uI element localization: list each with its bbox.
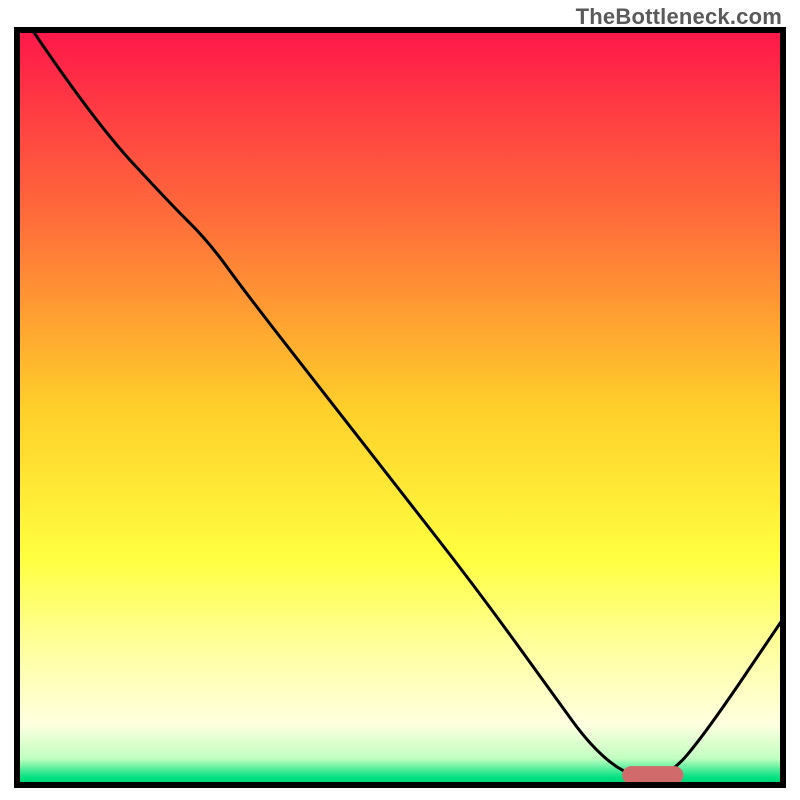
watermark-text: TheBottleneck.com (576, 4, 782, 30)
gradient-background (17, 30, 783, 785)
optimal-range-marker (622, 766, 683, 784)
bottleneck-chart (0, 0, 800, 800)
